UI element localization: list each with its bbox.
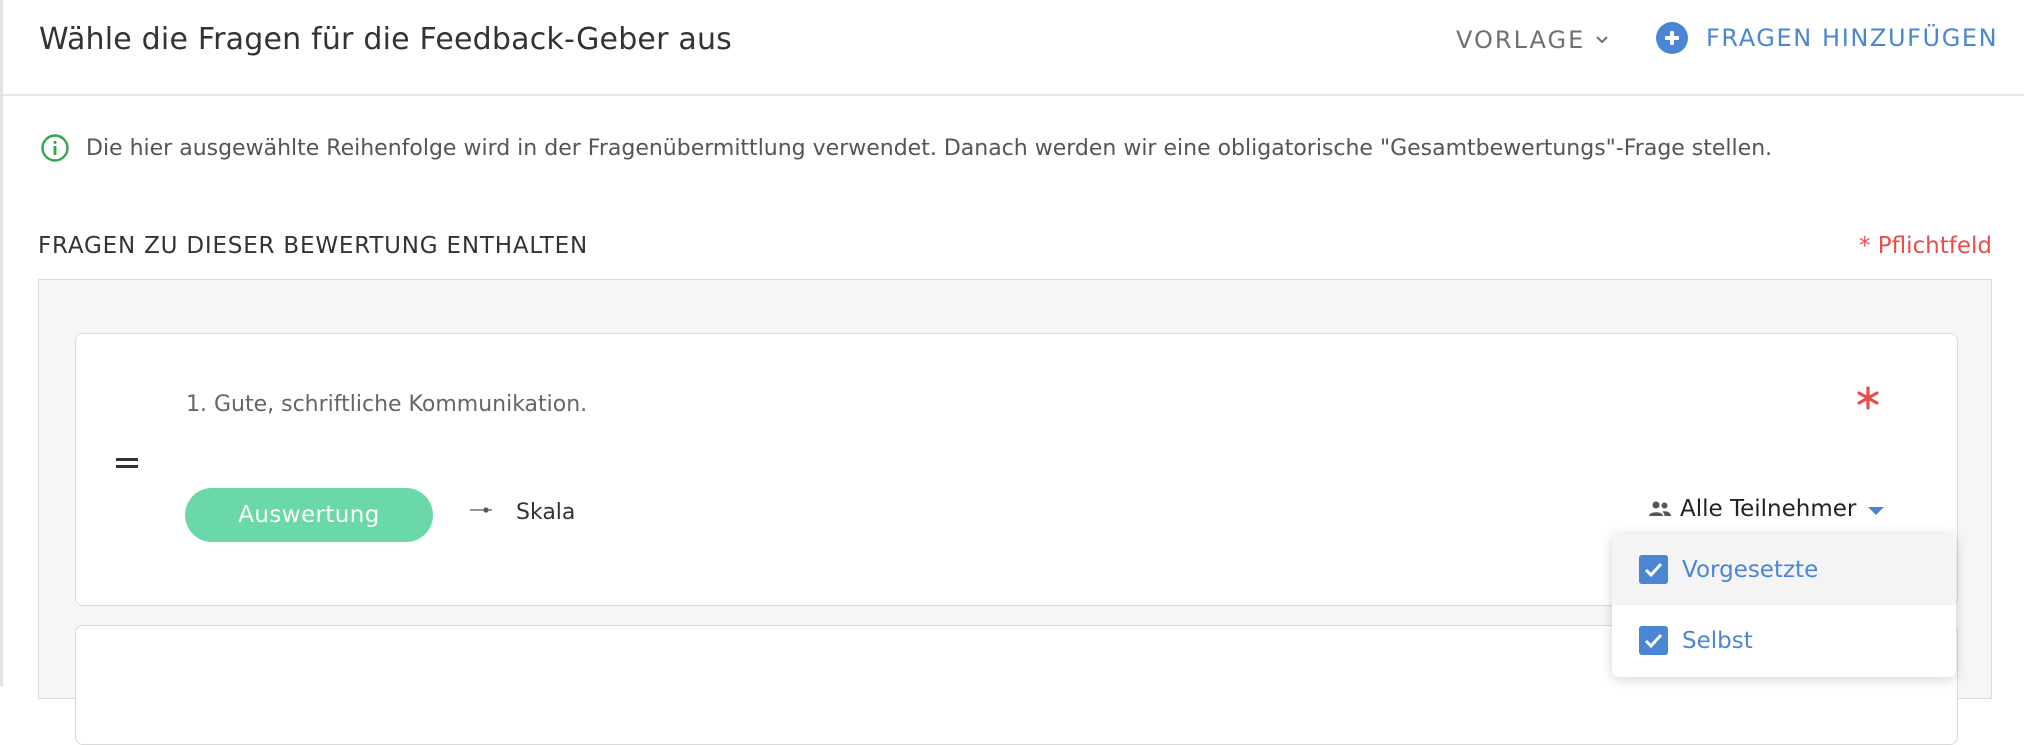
question-text: 1. Gute, schriftliche Kommunikation. [186, 392, 588, 417]
required-asterisk-icon [1857, 386, 1879, 410]
checkbox-checked-icon[interactable] [1639, 626, 1668, 655]
dropdown-option-selbst[interactable]: Selbst [1612, 605, 1956, 676]
scale-label: Skala [516, 500, 576, 525]
info-text: Die hier ausgewählte Reihenfolge wird in… [86, 135, 1773, 161]
info-icon [41, 134, 69, 162]
page-title: Wähle die Fragen für die Feedback-Geber … [39, 22, 732, 57]
required-field-note: * Pflichtfeld [1858, 233, 1992, 259]
section-title: FRAGEN ZU DIESER BEWERTUNG ENTHALTEN [38, 233, 588, 259]
participants-dropdown[interactable]: Alle Teilnehmer [1648, 496, 1885, 522]
page-header: Wähle die Fragen für die Feedback-Geber … [3, 0, 2024, 96]
drag-handle-icon[interactable] [116, 458, 138, 468]
dropdown-option-label: Vorgesetzte [1682, 556, 1819, 583]
evaluation-button[interactable]: Auswertung [185, 488, 433, 542]
caret-down-icon [1868, 507, 1885, 515]
chevron-down-icon [1596, 36, 1608, 44]
info-banner: Die hier ausgewählte Reihenfolge wird in… [40, 133, 1772, 163]
add-questions-label: FRAGEN HINZUFÜGEN [1706, 24, 1999, 52]
template-dropdown-label: VORLAGE [1456, 26, 1586, 54]
left-border [0, 0, 3, 686]
dropdown-option-label: Selbst [1682, 627, 1753, 654]
scale-icon [470, 507, 492, 513]
participants-label: Alle Teilnehmer [1680, 496, 1857, 522]
checkbox-checked-icon[interactable] [1639, 555, 1668, 584]
dropdown-option-vorgesetzte[interactable]: Vorgesetzte [1612, 534, 1956, 605]
people-icon [1649, 501, 1671, 516]
template-dropdown[interactable]: VORLAGE [1456, 26, 1609, 54]
participants-dropdown-menu: Vorgesetzte Selbst [1612, 534, 1956, 677]
add-questions-button[interactable]: FRAGEN HINZUFÜGEN [1656, 22, 1998, 54]
plus-circle-icon [1656, 22, 1688, 54]
